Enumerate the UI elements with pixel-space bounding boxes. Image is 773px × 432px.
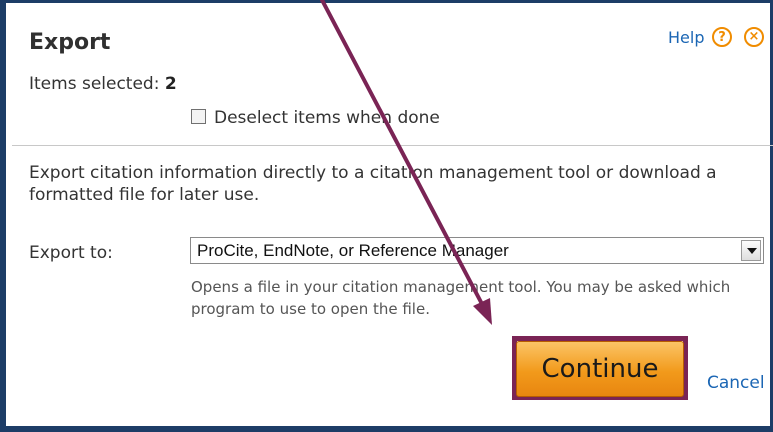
export-note: Opens a file in your citation management…	[191, 278, 731, 318]
help-link[interactable]: Help	[668, 28, 704, 47]
export-format-value: ProCite, EndNote, or Reference Manager	[197, 241, 509, 260]
dialog-title: Export	[29, 30, 111, 55]
help-icon[interactable]: ?	[712, 27, 732, 47]
items-selected: Items selected: 2	[29, 74, 177, 94]
deselect-checkbox[interactable]	[191, 109, 206, 124]
items-selected-label: Items selected:	[29, 74, 160, 94]
export-to-label: Export to:	[29, 243, 113, 263]
export-format-select[interactable]: ProCite, EndNote, or Reference Manager	[190, 237, 764, 264]
deselect-label[interactable]: Deselect items when done	[214, 108, 440, 128]
deselect-option[interactable]: Deselect items when done	[191, 108, 440, 128]
continue-button[interactable]: Continue	[516, 341, 684, 397]
items-selected-count: 2	[164, 74, 177, 94]
cancel-link[interactable]: Cancel	[707, 373, 765, 393]
dropdown-arrow-icon[interactable]	[741, 240, 761, 261]
export-dialog: Export Help ? × Items selected: 2 Desele…	[0, 0, 773, 432]
divider	[12, 145, 773, 146]
export-description: Export citation information directly to …	[29, 163, 717, 205]
close-icon[interactable]: ×	[744, 27, 764, 47]
